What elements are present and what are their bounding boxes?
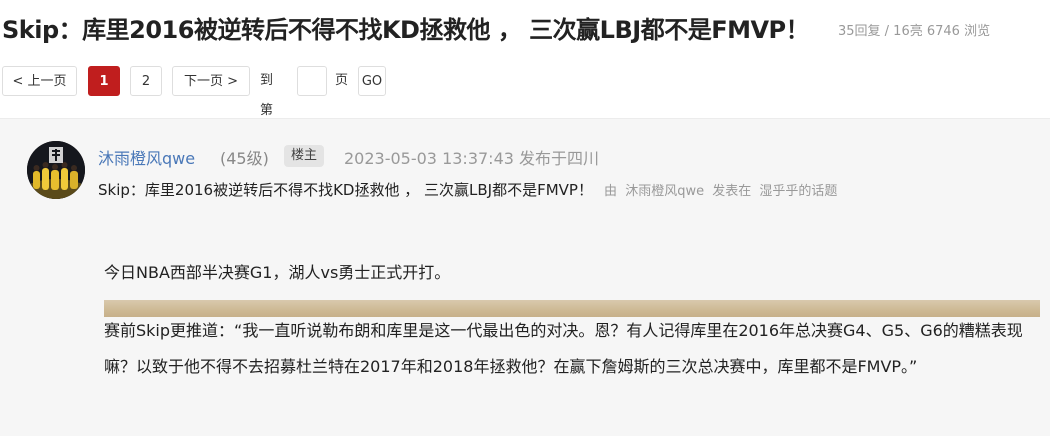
page-button-1[interactable]: 1	[88, 66, 120, 96]
page-button-2[interactable]: 2	[130, 66, 162, 96]
content-paragraph: 今日NBA西部半决赛G1，湖人vs勇士正式开打。	[104, 263, 451, 282]
thread-header: Skip：库里2016被逆转后不得不找KD拯救他 ， 三次赢LBJ都不是FMVP…	[0, 10, 1050, 46]
post-summary: Skip：库里2016被逆转后不得不找KD拯救他 ， 三次赢LBJ都不是FMVP…	[98, 181, 593, 199]
post-summary-line: Skip：库里2016被逆转后不得不找KD拯救他 ， 三次赢LBJ都不是FMVP…	[98, 179, 837, 200]
page-unit-label: 页	[335, 73, 349, 88]
author-level: (45级)	[220, 149, 269, 168]
source-topic-link[interactable]: 湿乎乎的话题	[759, 184, 837, 199]
source-author-link[interactable]: 沐雨橙风qwe	[625, 184, 704, 199]
avatar-image	[27, 141, 85, 199]
go-button[interactable]: GO	[358, 66, 386, 96]
page-number-input[interactable]	[297, 66, 327, 96]
next-page-button[interactable]: 下一页 >	[172, 66, 250, 96]
post-source: 由 沐雨橙风qwe 发表在 湿乎乎的话题	[604, 184, 837, 199]
op-badge: 楼主	[284, 145, 325, 167]
goto-label: 到第	[260, 73, 274, 118]
post-image	[104, 300, 1040, 317]
prev-page-button[interactable]: < 上一页	[2, 66, 77, 96]
post-time-location: 2023-05-03 13:37:43 发布于四川	[344, 149, 600, 168]
content-paragraph: 赛前Skip更推道：“我一直听说勒布朗和库里是这一代最出色的对决。恩？有人记得库…	[104, 321, 1023, 376]
source-posted: 发表在	[712, 184, 752, 199]
first-post: 沐雨橙风qwe (45级) 楼主 2023-05-03 13:37:43 发布于…	[0, 118, 1050, 436]
avatar[interactable]	[27, 141, 85, 199]
thread-title: Skip：库里2016被逆转后不得不找KD拯救他 ， 三次赢LBJ都不是FMVP…	[2, 16, 810, 44]
author-name-link[interactable]: 沐雨橙风qwe	[98, 145, 195, 169]
source-by: 由	[604, 184, 618, 199]
thread-stats: 35回复 / 16亮 6746 浏览	[838, 24, 991, 39]
